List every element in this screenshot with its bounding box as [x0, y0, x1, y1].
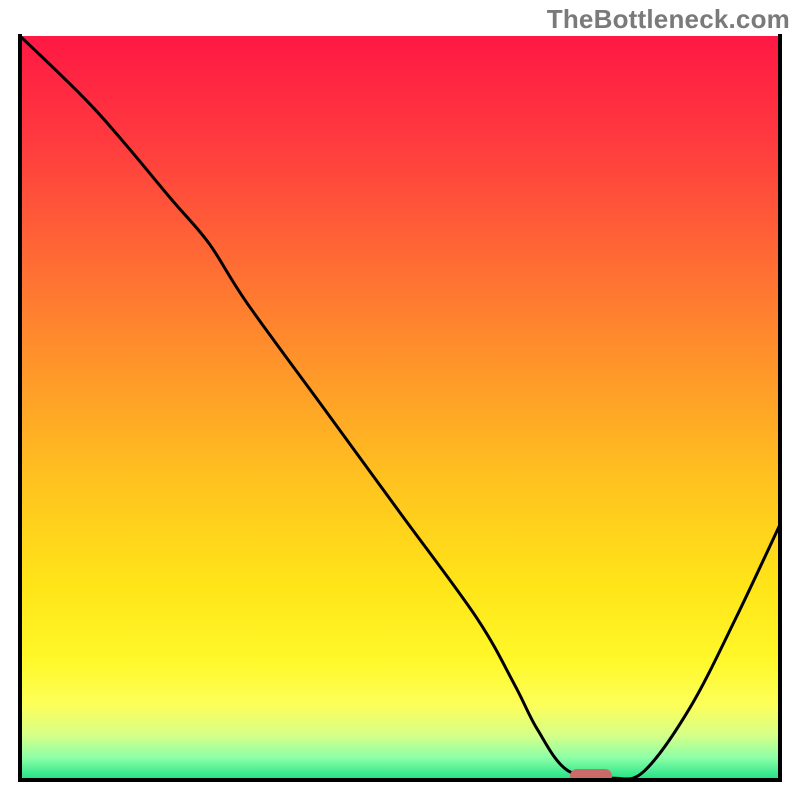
plot-frame: [18, 34, 782, 782]
chart-svg: [18, 34, 782, 782]
watermark-text: TheBottleneck.com: [547, 4, 790, 35]
chart-container: TheBottleneck.com: [0, 0, 800, 800]
gradient-background: [20, 36, 780, 780]
